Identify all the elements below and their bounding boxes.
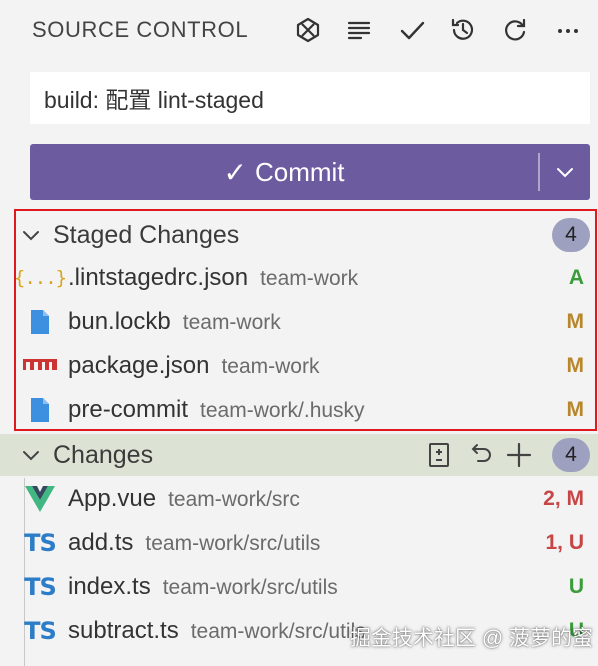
file-name: subtract.ts — [68, 617, 179, 644]
file-path: team-work — [260, 267, 359, 290]
discard-icon[interactable] — [465, 439, 497, 471]
chevron-down-icon — [557, 168, 573, 178]
file-path: team-work — [182, 311, 281, 334]
file-path: team-work/.husky — [200, 399, 365, 422]
commit-check-icon: ✓ — [223, 156, 247, 188]
stage-all-icon[interactable] — [503, 439, 535, 471]
count-badge: 4 — [552, 438, 590, 472]
file-path: team-work/src/utils — [162, 576, 338, 599]
open-changes-icon[interactable] — [423, 439, 455, 471]
file-path: team-work/src/utils — [190, 620, 366, 643]
changed-file-row[interactable]: App.vue team-work/src 2, M — [0, 477, 598, 521]
vue-icon — [22, 481, 58, 517]
file-name: .lintstagedrc.json — [68, 264, 249, 291]
file-path: team-work/src/utils — [145, 532, 321, 555]
file-status: 2, M — [543, 487, 584, 510]
file-status: M — [566, 398, 585, 421]
file-name: package.json — [68, 352, 210, 379]
file-status: M — [566, 310, 585, 333]
changes-header[interactable]: Changes 4 — [0, 434, 598, 476]
file-name: pre-commit — [68, 396, 189, 423]
watermark: 掘金技术社区 @ 菠萝的蜜 — [350, 627, 593, 650]
copilot-icon[interactable] — [290, 12, 326, 48]
commit-label: Commit — [254, 156, 345, 187]
commit-action[interactable]: ✓ Commit — [30, 144, 538, 200]
file-icon — [22, 304, 58, 340]
chevron-down-icon[interactable] — [20, 444, 42, 466]
file-status: U — [568, 575, 584, 598]
count-badge: 4 — [552, 218, 590, 252]
ts-icon: TS — [24, 529, 57, 557]
file-status: M — [566, 354, 585, 377]
history-icon[interactable] — [445, 12, 481, 48]
panel-title: SOURCE CONTROL — [32, 17, 249, 42]
ts-icon: TS — [24, 617, 57, 645]
file-path: team-work/src — [168, 488, 300, 511]
refresh-icon[interactable] — [497, 12, 533, 48]
file-status: A — [568, 266, 584, 289]
commit-dropdown-button[interactable] — [540, 144, 590, 200]
scm-header: SOURCE CONTROL — [0, 0, 598, 60]
list-icon[interactable] — [341, 12, 377, 48]
commit-message-input[interactable] — [30, 72, 590, 124]
changed-file-row[interactable]: TS add.ts team-work/src/utils 1, U — [0, 521, 598, 565]
chevron-down-icon[interactable] — [20, 224, 42, 246]
file-name: App.vue — [68, 485, 157, 512]
file-path: team-work — [221, 355, 320, 378]
staged-changes-header[interactable]: Staged Changes 4 — [0, 214, 598, 256]
staged-file-row[interactable]: pre-commit team-work/.husky M — [0, 388, 598, 432]
staged-file-row[interactable]: bun.lockb team-work M — [0, 300, 598, 344]
file-name: bun.lockb — [68, 308, 171, 335]
file-name: index.ts — [68, 573, 151, 600]
more-icon[interactable] — [550, 12, 586, 48]
json-icon: {...} — [13, 267, 67, 289]
npm-icon — [22, 348, 58, 384]
staged-file-row[interactable]: {...} .lintstagedrc.json team-work A — [0, 256, 598, 300]
file-icon — [22, 392, 58, 428]
staged-file-row[interactable]: package.json team-work M — [0, 344, 598, 388]
file-name: add.ts — [68, 529, 134, 556]
ts-icon: TS — [24, 573, 57, 601]
file-status: 1, U — [545, 531, 584, 554]
section-title: Staged Changes — [53, 220, 240, 249]
check-icon[interactable] — [394, 12, 430, 48]
changed-file-row[interactable]: TS index.ts team-work/src/utils U — [0, 565, 598, 609]
commit-button[interactable]: ✓ Commit — [30, 144, 590, 200]
section-title: Changes — [53, 440, 154, 469]
